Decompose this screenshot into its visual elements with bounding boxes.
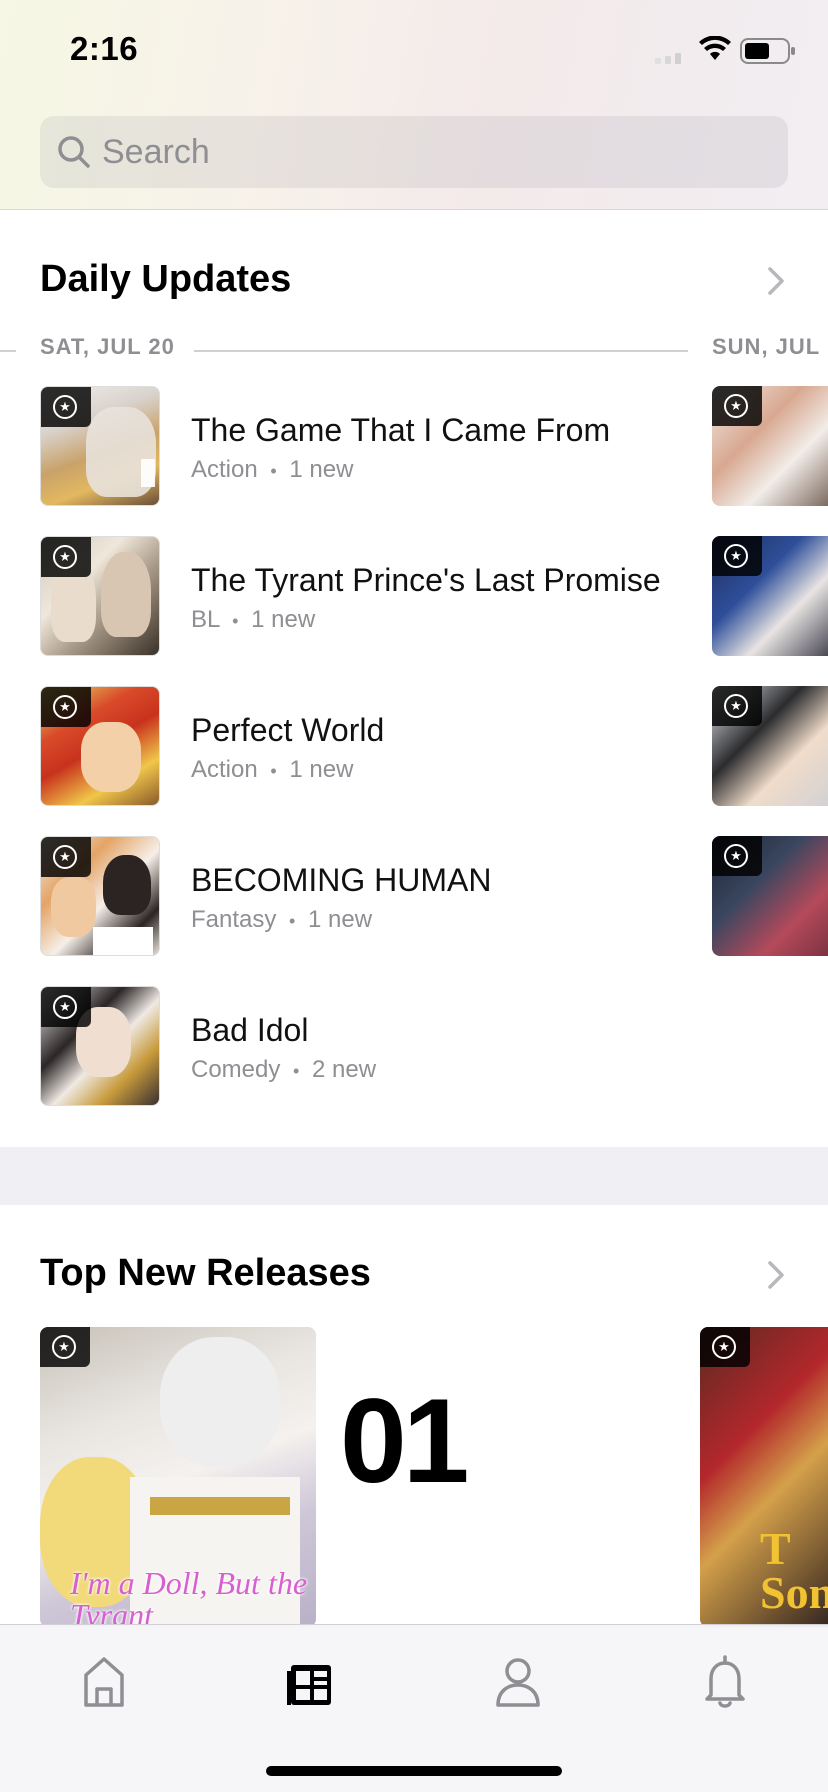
star-badge-icon: ★ [53,995,77,1019]
comic-genre: Action [191,756,258,783]
comic-thumbnail: ★ [40,536,160,656]
premium-badge: ★ [712,686,762,726]
premium-badge: ★ [41,987,91,1027]
star-badge-icon: ★ [52,1335,76,1359]
comic-title: The Tyrant Prince's Last Promise [191,562,661,598]
daily-updates-chevron-icon[interactable] [766,266,786,296]
cellular-signal-icon [655,53,681,64]
star-badge-icon: ★ [724,844,748,868]
battery-icon [740,38,795,64]
search-icon [58,136,90,168]
day-divider-line [0,350,16,352]
meta-separator: • [270,761,277,781]
search-bar[interactable] [40,116,788,188]
comic-thumbnail: ★ [40,986,160,1106]
comic-new-count: 2 new [312,1056,377,1083]
premium-badge: ★ [712,536,762,576]
premium-badge: ★ [712,836,762,876]
home-indicator [266,1766,562,1776]
premium-badge: ★ [712,386,762,426]
comic-genre: Comedy [191,1056,281,1083]
comic-genre: Action [191,456,258,483]
browse-icon[interactable] [271,1651,351,1711]
day-label-current: SAT, JUL 20 [40,334,175,359]
comic-title: Perfect World [191,712,385,748]
star-badge-icon: ★ [53,695,77,719]
list-item[interactable]: ★ BECOMING HUMAN Fantasy • 1 new [40,836,740,956]
day-divider-line [194,350,688,352]
premium-badge: ★ [41,687,91,727]
comic-new-count: 1 new [289,756,354,783]
comic-meta: Fantasy • 1 new [191,906,372,934]
section-divider [0,1147,828,1205]
list-item[interactable]: ★ Perfect World Action • 1 new [40,686,740,806]
bell-icon[interactable] [685,1651,765,1711]
star-badge-icon: ★ [724,544,748,568]
star-badge-icon: ★ [724,694,748,718]
top-new-releases-chevron-icon[interactable] [766,1260,786,1290]
meta-separator: • [232,611,239,631]
meta-separator: • [270,461,277,481]
premium-badge: ★ [41,837,91,877]
premium-badge: ★ [40,1327,90,1367]
search-input[interactable] [102,116,762,188]
next-day-thumbnail[interactable]: ★ [712,686,828,806]
daily-updates-title: Daily Updates [40,258,292,300]
home-icon[interactable] [64,1651,144,1711]
cover-title-text: I'm a Doll, But the Tyrant [70,1565,308,1627]
list-item[interactable]: ★ The Game That I Came From Action • 1 n… [40,386,740,506]
day-label-next: SUN, JUL [712,334,821,359]
comic-meta: BL • 1 new [191,606,315,634]
premium-badge: ★ [41,387,91,427]
comic-meta: Comedy • 2 new [191,1056,376,1084]
list-item[interactable]: ★ Bad Idol Comedy • 2 new [40,986,740,1106]
star-badge-icon: ★ [53,545,77,569]
comic-thumbnail: ★ [40,686,160,806]
star-badge-icon: ★ [53,395,77,419]
release-cover[interactable]: ★ I'm a Doll, But the Tyrant [40,1327,316,1627]
comic-new-count: 1 new [308,906,373,933]
meta-separator: • [289,911,296,931]
comic-genre: BL [191,606,220,633]
release-cover[interactable]: ★ T Son [700,1327,828,1627]
comic-genre: Fantasy [191,906,277,933]
comic-meta: Action • 1 new [191,456,353,484]
star-badge-icon: ★ [724,394,748,418]
next-day-thumbnail[interactable]: ★ [712,536,828,656]
top-header: 2:16 [0,0,828,210]
profile-icon[interactable] [478,1651,558,1711]
wifi-icon [699,36,731,60]
cover-title-text: T Son [760,1523,828,1618]
premium-badge: ★ [700,1327,750,1367]
comic-new-count: 1 new [251,606,316,633]
star-badge-icon: ★ [712,1335,736,1359]
star-badge-icon: ★ [53,845,77,869]
next-day-thumbnail[interactable]: ★ [712,836,828,956]
comic-thumbnail: ★ [40,836,160,956]
comic-title: Bad Idol [191,1012,309,1048]
comic-new-count: 1 new [289,456,354,483]
top-new-releases-title: Top New Releases [40,1252,371,1294]
comic-title: BECOMING HUMAN [191,862,492,898]
premium-badge: ★ [41,537,91,577]
comic-title: The Game That I Came From [191,412,611,448]
rank-number: 01 [340,1374,469,1508]
status-time: 2:16 [70,30,139,67]
meta-separator: • [293,1061,300,1081]
comic-thumbnail: ★ [40,386,160,506]
next-day-thumbnail[interactable]: ★ [712,386,828,506]
comic-meta: Action • 1 new [191,756,353,784]
list-item[interactable]: ★ The Tyrant Prince's Last Promise BL • … [40,536,740,656]
